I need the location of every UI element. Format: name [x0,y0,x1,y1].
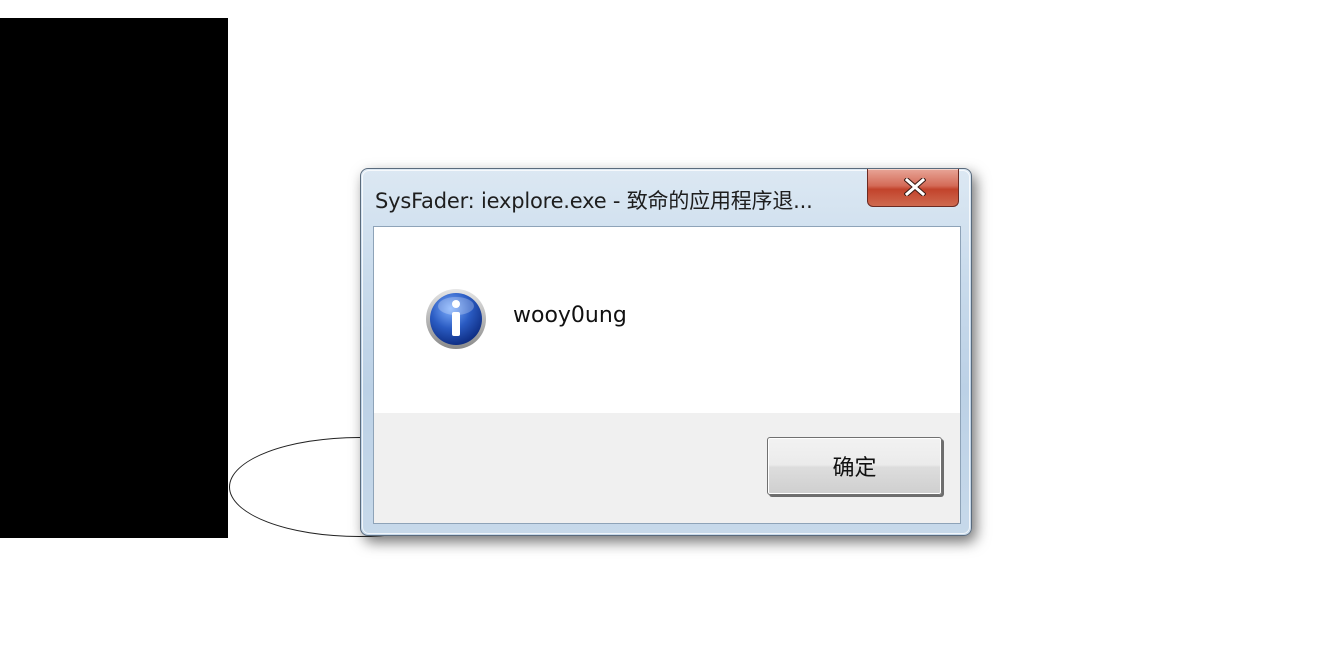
dialog-content: wooy0ung [374,227,960,413]
dialog-button-bar: 确定 [374,413,960,523]
close-icon [904,178,926,196]
ok-button[interactable]: 确定 [767,437,942,495]
message-dialog: SysFader: iexplore.exe - 致命的应用程序退... woo… [360,168,972,536]
dialog-client-area: wooy0ung 确定 [373,226,961,524]
info-icon [426,289,486,349]
background-black-panel [0,18,228,538]
dialog-message: wooy0ung [513,303,627,328]
dialog-title: SysFader: iexplore.exe - 致命的应用程序退... [375,189,813,213]
close-button[interactable] [867,169,959,207]
